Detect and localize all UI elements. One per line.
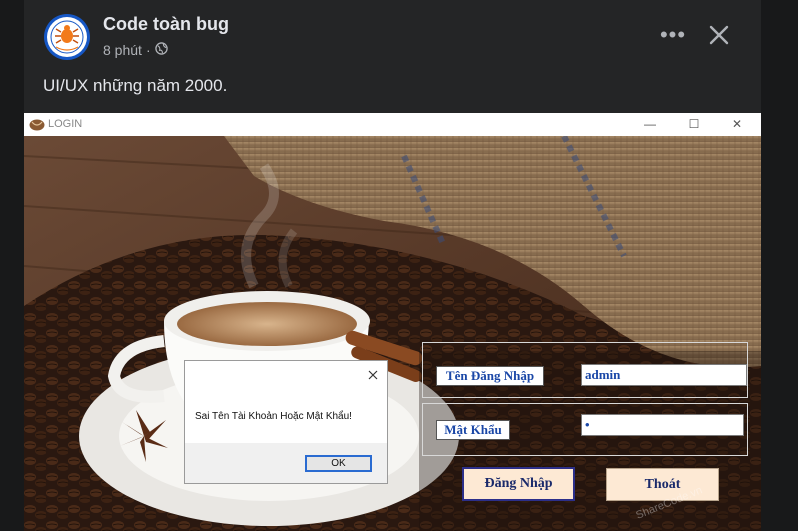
post-card: Code toàn bug 8 phút · ••• UI/UX những n… [24,0,761,531]
close-icon [368,370,378,380]
minimize-button[interactable]: — [640,116,660,132]
page-margin [761,0,798,531]
page-name[interactable]: Code toàn bug [103,14,229,35]
window-titlebar: LOGIN — ☐ ✕ [24,113,761,136]
coffee-bean-icon [29,119,45,131]
username-label: Tên Đăng Nhập [436,366,544,386]
more-options-button[interactable]: ••• [660,20,686,50]
window-close-button[interactable]: ✕ [727,116,747,132]
maximize-button[interactable]: ☐ [684,116,704,132]
login-button[interactable]: Đăng Nhập [462,467,575,501]
post-image[interactable]: LOGIN — ☐ ✕ Tên Đăng Nhập admin Mật Khẩu… [24,113,761,531]
dialog-body [185,361,387,443]
dialog-close-button[interactable] [364,366,382,384]
error-dialog: Sai Tên Tài Khoản Hoặc Mật Khẩu! OK [184,360,388,484]
close-icon [709,25,729,45]
close-post-button[interactable] [704,18,734,52]
post-meta: 8 phút · [103,42,168,58]
bug-logo-icon [47,17,87,57]
password-label: Mật Khẩu [436,420,510,440]
dot-separator: · [145,42,151,58]
dialog-message: Sai Tên Tài Khoản Hoặc Mật Khẩu! [195,411,352,422]
post-time[interactable]: 8 phút [103,42,142,58]
post-text: UI/UX những năm 2000. [43,76,228,95]
globe-icon [154,42,168,58]
password-input[interactable]: • [581,414,744,436]
page-avatar[interactable] [44,14,90,60]
username-input[interactable]: admin [581,364,747,386]
window-title: LOGIN [48,118,83,130]
dialog-ok-button[interactable]: OK [305,455,372,472]
